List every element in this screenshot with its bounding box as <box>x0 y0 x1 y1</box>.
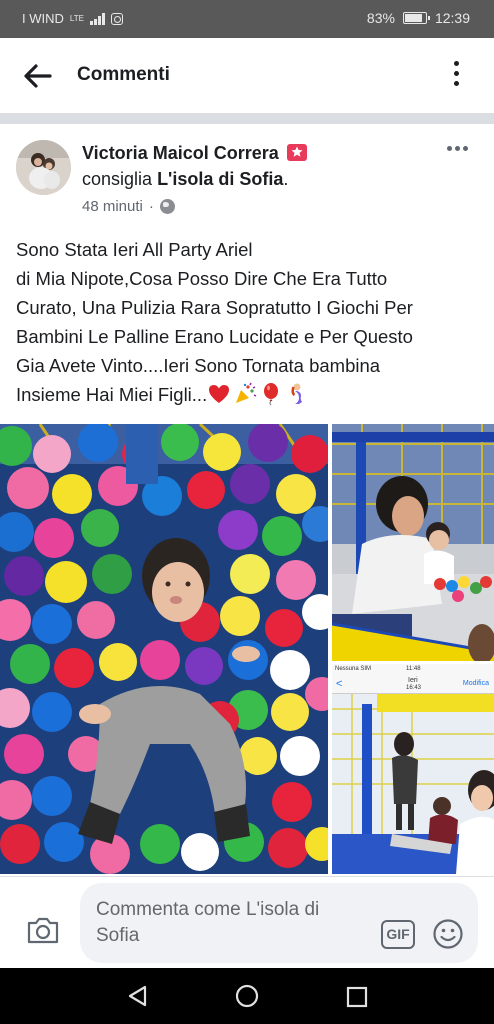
page-name-link[interactable]: L'isola di Sofia <box>157 169 283 189</box>
signal-icon <box>89 12 105 25</box>
back-arrow-icon[interactable] <box>22 62 52 90</box>
nav-recent-apps-icon[interactable] <box>346 986 368 1008</box>
post-text-line: Gia Avete Vinto....Ieri Sono Tornata bam… <box>16 355 381 376</box>
android-nav-bar <box>0 968 494 1024</box>
post-text-line: di Mia Nipote,Cosa Posso Dire Che Era Tu… <box>16 268 388 289</box>
comment-composer: Commenta come L'isola di Sofia GIF <box>0 876 494 968</box>
camera-icon[interactable] <box>26 915 60 945</box>
inner-back: < <box>336 678 343 690</box>
facebook-comments-screen: I WIND LTE 83% 12:39 Commenti Victoria M… <box>0 0 494 1024</box>
party-popper-icon <box>236 382 257 403</box>
emoji-icon[interactable] <box>432 918 464 950</box>
battery-icon <box>402 12 430 24</box>
inner-carrier: Nessuna SIM <box>335 666 372 672</box>
app-header: Commenti <box>0 38 494 114</box>
post-options-icon[interactable] <box>447 146 468 151</box>
mermaid-icon <box>291 383 303 404</box>
inner-time: 11:48 <box>406 666 421 672</box>
red-heart-icon <box>209 385 230 403</box>
recommends-label: consiglia <box>82 169 153 189</box>
network-label: LTE <box>69 14 84 23</box>
ball-pit-photo[interactable] <box>0 424 328 874</box>
public-globe-icon <box>159 199 175 214</box>
post-text-line: Sono Stata Ieri All Party Ariel <box>16 239 253 260</box>
post-text: Sono Stata Ieri All Party Ariel di Mia N… <box>16 235 484 409</box>
post-text-line: Curato, Una Pulizia Rara Sopratutto I Gi… <box>16 297 413 318</box>
carrier-label: I WIND <box>22 11 64 26</box>
author-avatar[interactable] <box>16 140 71 195</box>
comment-input[interactable]: Commenta come L'isola di Sofia GIF <box>80 883 478 963</box>
playground-photo[interactable] <box>332 424 494 661</box>
author-name[interactable]: Victoria Maicol Correra <box>82 143 279 163</box>
nav-home-icon[interactable] <box>235 984 259 1008</box>
post: Victoria Maicol Correra consiglia L'isol… <box>0 124 494 876</box>
gif-button[interactable]: GIF <box>381 920 415 949</box>
post-text-line: Bambini Le Palline Erano Lucidate e Per … <box>16 326 413 347</box>
page-title: Commenti <box>77 64 170 85</box>
comment-placeholder-cont: Sofia <box>96 925 140 946</box>
clock: 12:39 <box>434 10 470 26</box>
playground-screenshot-photo[interactable]: Nessuna SIM 11:48 < Ieri 16:43 Modifica <box>332 664 494 874</box>
top-fan-badge-icon <box>286 144 307 161</box>
inner-edit: Modifica <box>462 680 489 687</box>
section-divider <box>0 114 494 124</box>
inner-title: Ieri <box>408 677 418 684</box>
instagram-notification-icon <box>110 12 123 25</box>
comment-placeholder: Commenta come L'isola di <box>96 899 320 920</box>
meta-separator: · <box>148 198 154 215</box>
post-timestamp[interactable]: 48 minuti <box>82 198 143 215</box>
status-bar: I WIND LTE 83% 12:39 <box>0 0 494 38</box>
balloon-icon <box>264 383 279 406</box>
overflow-menu-icon[interactable] <box>446 58 466 92</box>
post-text-line: Insieme Hai Miei Figli... <box>16 384 208 405</box>
battery-percent: 83% <box>366 10 395 26</box>
inner-subtitle: 16:43 <box>406 685 422 691</box>
nav-back-icon[interactable] <box>126 984 150 1008</box>
